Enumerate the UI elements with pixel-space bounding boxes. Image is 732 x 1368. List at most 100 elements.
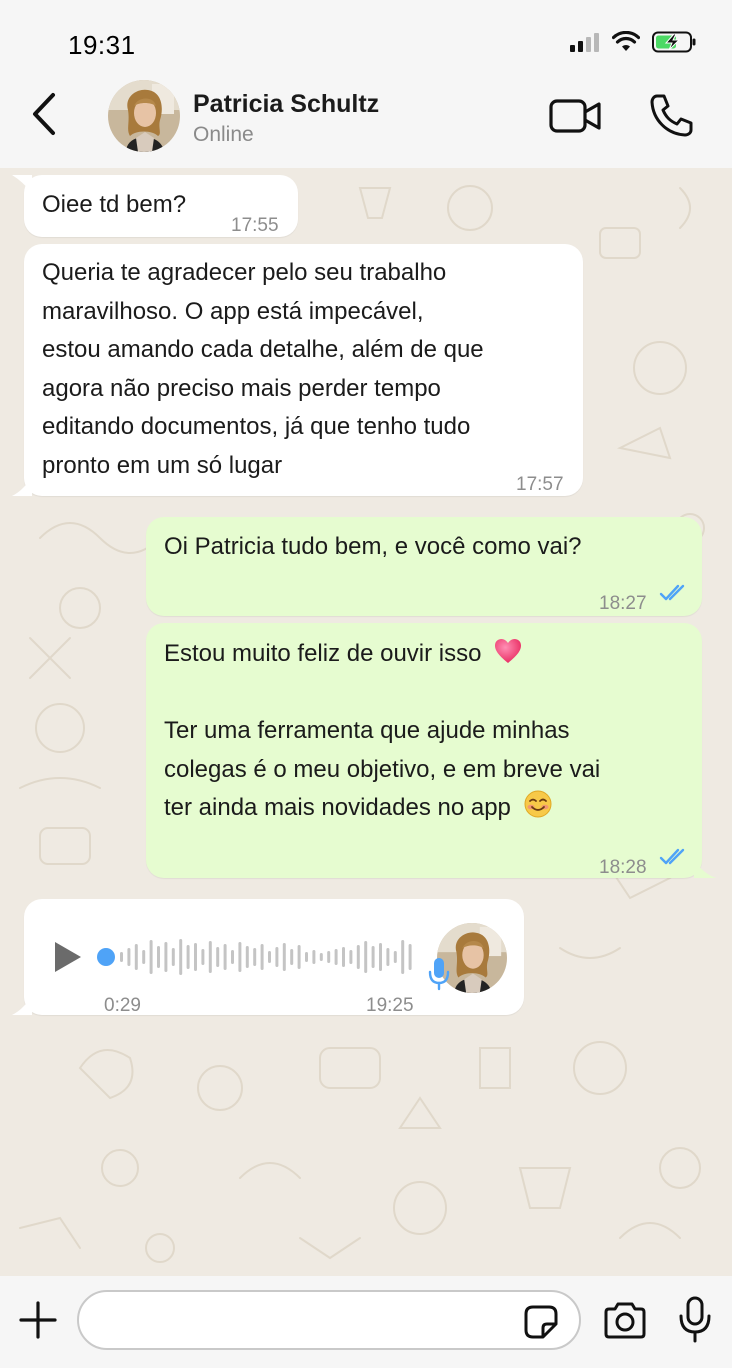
outgoing-message[interactable]: Oi Patricia tudo bem, e você como vai? 1… (146, 517, 702, 616)
waveform-bar (245, 946, 249, 968)
incoming-message[interactable]: Oiee td bem? 17:55 (12, 175, 298, 237)
message-text: Estou muito feliz de ouvir isso Ter uma … (164, 635, 689, 828)
waveform-bar (142, 950, 146, 964)
plus-icon (19, 1301, 57, 1339)
video-camera-icon (549, 99, 601, 133)
status-time: 19:31 (68, 30, 136, 60)
read-receipt-icon (659, 584, 685, 601)
waveform-bar (253, 948, 257, 966)
microphone-icon (428, 958, 450, 991)
waveform-bar (319, 953, 323, 961)
waveform-bar (305, 952, 308, 962)
incoming-message[interactable]: Queria te agradecer pelo seu trabalho ma… (12, 244, 583, 496)
message-line: estou amando cada detalhe, além de que (42, 336, 484, 363)
cellular-signal-icon (570, 32, 600, 57)
message-line: maravilhoso. O app está impecável, (42, 297, 424, 325)
message-time: 18:28 (599, 857, 647, 878)
message-line: Estou muito feliz de ouvir isso (164, 640, 482, 667)
chat-header: Patricia Schultz Online (0, 80, 732, 168)
message-line: pronto em um só lugar (42, 451, 283, 479)
waveform-bar (171, 948, 175, 966)
waveform-bar (157, 946, 160, 968)
camera-icon (604, 1302, 646, 1339)
waveform-bar (201, 949, 205, 965)
message-line: ter ainda mais novidades no app (164, 794, 511, 821)
message-line: agora não preciso mais perder tempo (42, 374, 441, 402)
waveform-bar (371, 946, 375, 968)
back-button[interactable] (24, 92, 64, 136)
battery-charging-icon (652, 31, 696, 58)
contact-avatar[interactable] (108, 80, 180, 152)
message-text: Queria te agradecer pelo seu trabalho ma… (42, 254, 572, 485)
bubble-tail (694, 859, 716, 878)
message-line: Queria te agradecer pelo seu trabalho (42, 259, 447, 286)
message-time: 19:25 (366, 995, 414, 1016)
sticker-icon (524, 1305, 558, 1339)
waveform-bar (149, 940, 153, 974)
waveform-bar (231, 950, 234, 964)
waveform-bar (238, 942, 242, 972)
video-call-button[interactable] (548, 96, 604, 136)
message-text: Oi Patricia tudo bem, e você como vai? (164, 528, 582, 567)
voice-call-button[interactable] (648, 92, 694, 138)
read-receipt-icon (659, 848, 685, 865)
waveform-bar (297, 945, 301, 969)
contact-name[interactable]: Patricia Schultz (193, 90, 379, 119)
waveform-bar (134, 944, 138, 970)
message-line: Oi Patricia tudo bem, e você como vai? (164, 533, 582, 560)
waveform-bar (356, 945, 360, 969)
message-line: colegas é o meu objetivo, e em breve vai (164, 755, 601, 783)
waveform-bar (216, 947, 220, 967)
waveform-bar (334, 949, 338, 965)
incoming-voice-message[interactable]: 0:29 19:25 (12, 899, 524, 1016)
chevron-left-icon (33, 93, 55, 135)
message-time: 18:27 (599, 593, 647, 614)
message-line: editando documentos, já que tenho tudo (42, 413, 471, 440)
waveform-bar (282, 943, 286, 971)
chat-area[interactable]: Oiee td bem? 17:55 Queria te agradecer p… (0, 168, 732, 1276)
smiling-face-emoji-icon (524, 790, 552, 818)
status-bar: 19:31 (0, 0, 732, 80)
audio-waveform[interactable] (94, 935, 414, 979)
waveform-bar (127, 948, 131, 966)
microphone-icon (679, 1296, 711, 1343)
waveform-bar (327, 951, 331, 963)
waveform-bar (342, 947, 345, 967)
wifi-icon (611, 30, 641, 58)
waveform-bar (364, 941, 368, 973)
outgoing-message[interactable]: Estou muito feliz de ouvir isso Ter uma … (146, 623, 716, 878)
sticker-button[interactable] (523, 1304, 559, 1340)
waveform-bar (120, 952, 123, 962)
camera-button[interactable] (602, 1302, 648, 1340)
waveform-bar (349, 950, 353, 964)
waveform-bar (379, 943, 382, 971)
message-time: 17:57 (516, 474, 564, 495)
record-audio-button[interactable] (678, 1296, 712, 1344)
waveform-bar (208, 941, 212, 973)
waveform-bar (260, 944, 264, 970)
add-attachment-button[interactable] (18, 1300, 58, 1340)
input-bar (0, 1276, 732, 1368)
message-time: 17:55 (231, 215, 279, 236)
waveform-bar (186, 945, 190, 969)
waveform-bar (290, 949, 294, 965)
bubble-tail (12, 995, 32, 1015)
waveform-bar (164, 942, 168, 972)
waveform-bar (408, 944, 412, 970)
message-input[interactable] (99, 1302, 523, 1340)
play-button[interactable] (52, 939, 84, 975)
voice-duration: 0:29 (104, 995, 141, 1016)
bubble-tail (12, 476, 32, 496)
contact-status: Online (193, 123, 254, 146)
waveform-bar (386, 948, 390, 966)
playback-position-handle[interactable] (97, 948, 115, 966)
waveform-bar (179, 939, 183, 975)
heart-emoji-icon (495, 639, 522, 663)
waveform-bar (194, 943, 197, 971)
message-input-container (77, 1290, 581, 1350)
bubble-tail (12, 175, 32, 193)
status-icons (570, 30, 696, 58)
message-text: Oiee td bem? (42, 186, 186, 225)
waveform-bar (312, 950, 316, 964)
waveform-bar (275, 947, 279, 967)
